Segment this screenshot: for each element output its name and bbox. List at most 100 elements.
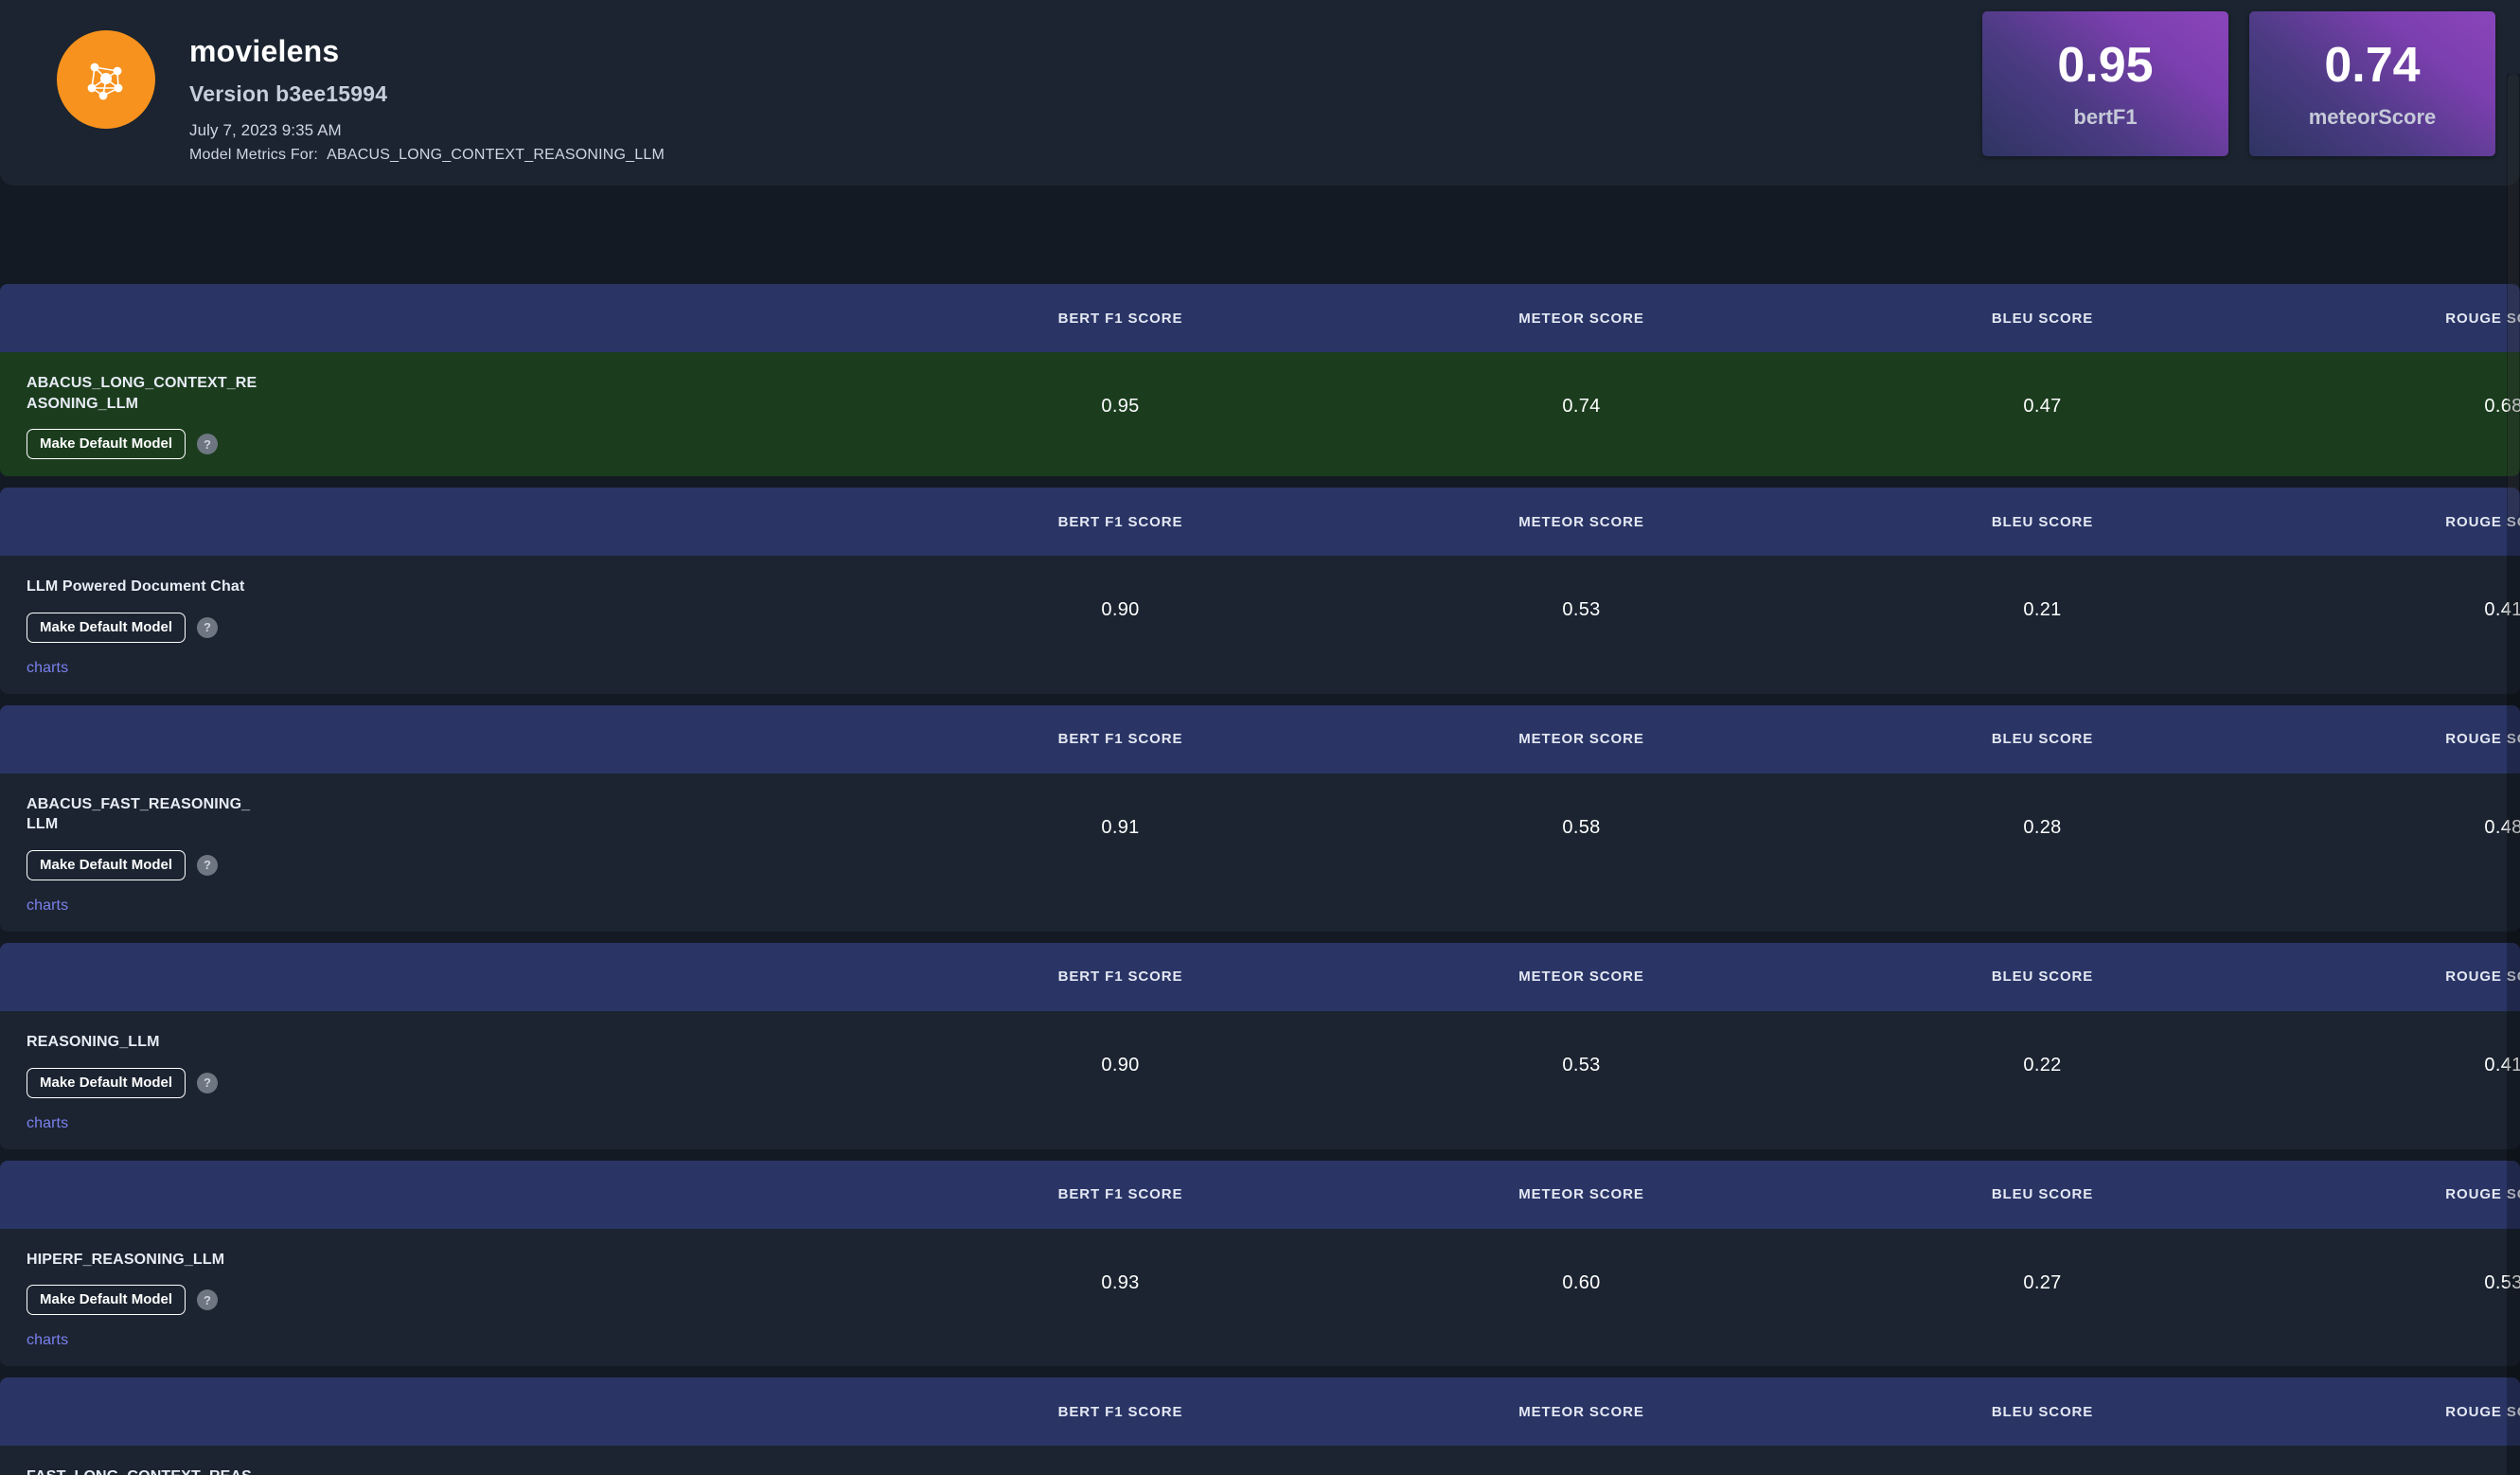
table-row: FAST_LONG_CONTEXT_REASONING_LLMMake Defa… (0, 1446, 2520, 1475)
score-cell-2: 0.47 (2023, 396, 2062, 417)
badge-label: meteorScore (2308, 104, 2437, 129)
vertical-scrollbar[interactable] (2507, 74, 2520, 1475)
table-row: REASONING_LLM Make Default Model? charts 0.… (0, 1011, 2520, 1149)
column-header-0: BERT F1 SCORE (1057, 310, 1183, 327)
column-header-2: BLEU SCORE (1991, 513, 2094, 530)
column-header-2: BLEU SCORE (1991, 1186, 2094, 1203)
model-name-cell: HIPERF_REASONING_LLM Make Default Model? c… (0, 1229, 890, 1367)
model-name: HIPERF_REASONING_LLM (27, 1251, 225, 1268)
column-header-1: METEOR SCORE (1518, 310, 1644, 327)
project-header-card: movielens Version b3ee15994 July 7, 2023… (0, 0, 2520, 186)
column-header-2: BLEU SCORE (1991, 1403, 2094, 1420)
project-title-block: movielens Version b3ee15994 July 7, 2023… (189, 28, 665, 164)
model-card: BERT F1 SCORE METEOR SCORE BLEU SCORE ROUGE… (0, 942, 2520, 1149)
column-header-0: BERT F1 SCORE (1057, 1403, 1183, 1420)
help-icon[interactable]: ? (197, 616, 219, 638)
column-header-0: BERT F1 SCORE (1057, 969, 1183, 986)
make-default-model-button[interactable]: Make Default Model (27, 1285, 186, 1316)
column-header-1: METEOR SCORE (1518, 731, 1644, 748)
score-badges: 0.95 bertF1 0.74 meteorScore (1982, 11, 2495, 156)
page-title: movielens (189, 34, 340, 68)
timestamp-label: July 7, 2023 9:35 AM (189, 120, 342, 139)
help-icon[interactable]: ? (197, 1072, 219, 1093)
column-header-3: ROUGE SCORE (2445, 513, 2520, 530)
model-card: BERT F1 SCORE METEOR SCORE BLEU SCORE ROUGE… (0, 1377, 2520, 1475)
score-cell-3: 0.48 (2484, 816, 2520, 838)
score-cell-3: 0.62 (2273, 1446, 2520, 1475)
table-row: LLM Powered Document Chat Make Default Mo… (0, 556, 2520, 694)
badge-bertf1: 0.95 bertF1 (1982, 11, 2228, 156)
score-cell-0: 0.95 (1101, 396, 1140, 417)
model-name: ABACUS_FAST_REASONING_LLM (27, 795, 251, 833)
column-header-1: METEOR SCORE (1518, 1186, 1644, 1203)
column-header-row: BERT F1 SCORE METEOR SCORE BLEU SCORE ROUGE… (0, 284, 2520, 352)
make-default-model-button[interactable]: Make Default Model (27, 1067, 186, 1098)
version-label: Version b3ee15994 (189, 80, 388, 106)
charts-link[interactable]: charts (27, 660, 68, 677)
scrollbar-thumb[interactable] (2508, 74, 2519, 519)
make-default-model-button[interactable]: Make Default Model (27, 612, 186, 643)
score-cell-0: 0.93 (1101, 1271, 1140, 1293)
score-cell-1: 0.53 (1562, 599, 1601, 621)
score-cell-0: 0.90 (1101, 599, 1140, 621)
make-default-model-button[interactable]: Make Default Model (27, 849, 186, 880)
score-cell-1: 0.74 (1562, 396, 1601, 417)
charts-link[interactable]: charts (27, 897, 68, 915)
model-metrics-for-label: Model Metrics For: (189, 146, 319, 163)
model-card: BERT F1 SCORE METEOR SCORE BLEU SCORE ROUGE… (0, 704, 2520, 932)
metrics-page: movielens Version b3ee15994 July 7, 2023… (0, 0, 2520, 1475)
model-actions: Make Default Model? (27, 429, 219, 460)
network-graph-icon (57, 30, 155, 129)
model-name: REASONING_LLM (27, 1033, 160, 1050)
badge-value: 0.95 (2057, 37, 2154, 93)
model-name-cell: ABACUS_LONG_CONTEXT_REASONING_LLM Make De… (0, 352, 890, 476)
score-cell-1: 0.63 (1351, 1446, 1812, 1475)
column-header-1: METEOR SCORE (1518, 969, 1644, 986)
score-cell-2: 0.28 (2023, 816, 2062, 838)
column-header-3: ROUGE SCORE (2445, 1403, 2520, 1420)
score-cell-1: 0.60 (1562, 1271, 1601, 1293)
column-header-row: BERT F1 SCORE METEOR SCORE BLEU SCORE ROUGE… (0, 1160, 2520, 1229)
column-header-row: BERT F1 SCORE METEOR SCORE BLEU SCORE ROUGE… (0, 942, 2520, 1011)
model-card: BERT F1 SCORE METEOR SCORE BLEU SCORE ROUGE… (0, 1160, 2520, 1367)
model-actions: Make Default Model? (27, 849, 219, 880)
column-header-0: BERT F1 SCORE (1057, 731, 1183, 748)
model-name: LLM Powered Document Chat (27, 578, 245, 595)
column-header-0: BERT F1 SCORE (1057, 1186, 1183, 1203)
score-cell-0: 0.91 (1101, 816, 1140, 838)
column-header-3: ROUGE SCORE (2445, 1186, 2520, 1203)
table-row: HIPERF_REASONING_LLM Make Default Model? c… (0, 1229, 2520, 1367)
column-header-3: ROUGE SCORE (2445, 310, 2520, 327)
model-actions: Make Default Model? (27, 1067, 219, 1098)
score-cell-3: 0.68 (2484, 396, 2520, 417)
help-icon[interactable]: ? (197, 434, 219, 455)
model-name: FAST_LONG_CONTEXT_REASONING_LLM (27, 1466, 258, 1475)
score-cell-2: 0.53 (1812, 1446, 2273, 1475)
column-header-1: METEOR SCORE (1518, 513, 1644, 530)
table-row: ABACUS_FAST_REASONING_LLM Make Default Mo… (0, 773, 2520, 932)
column-header-2: BLEU SCORE (1991, 731, 2094, 748)
model-card: BERT F1 SCORE METEOR SCORE BLEU SCORE ROUGE… (0, 488, 2520, 694)
charts-link[interactable]: charts (27, 1332, 68, 1349)
score-cell-2: 0.21 (2023, 599, 2062, 621)
make-default-model-button[interactable]: Make Default Model (27, 429, 186, 460)
column-header-row: BERT F1 SCORE METEOR SCORE BLEU SCORE ROUGE… (0, 1377, 2520, 1447)
score-cell-3: 0.41 (2484, 599, 2520, 621)
help-icon[interactable]: ? (197, 854, 219, 876)
column-header-0: BERT F1 SCORE (1057, 513, 1183, 530)
column-header-row: BERT F1 SCORE METEOR SCORE BLEU SCORE ROUGE… (0, 704, 2520, 773)
model-metrics-for-value: ABACUS_LONG_CONTEXT_REASONING_LLM (327, 146, 665, 163)
help-icon[interactable]: ? (197, 1289, 219, 1311)
model-actions: Make Default Model? (27, 612, 219, 643)
badge-meteorscore: 0.74 meteorScore (2249, 11, 2495, 156)
model-name-cell: LLM Powered Document Chat Make Default Mo… (0, 556, 890, 694)
model-name-cell: REASONING_LLM Make Default Model? charts (0, 1011, 890, 1149)
model-name-cell: ABACUS_FAST_REASONING_LLM Make Default Mo… (0, 773, 890, 932)
charts-link[interactable]: charts (27, 1115, 68, 1132)
score-cell-2: 0.27 (2023, 1271, 2062, 1293)
badge-value: 0.74 (2324, 37, 2421, 93)
score-cell-2: 0.22 (2023, 1054, 2062, 1075)
column-header-2: BLEU SCORE (1991, 969, 2094, 986)
model-name: ABACUS_LONG_CONTEXT_REASONING_LLM (27, 375, 257, 412)
model-metrics-list: BERT F1 SCORE METEOR SCORE BLEU SCORE ROUGE… (0, 284, 2520, 1475)
